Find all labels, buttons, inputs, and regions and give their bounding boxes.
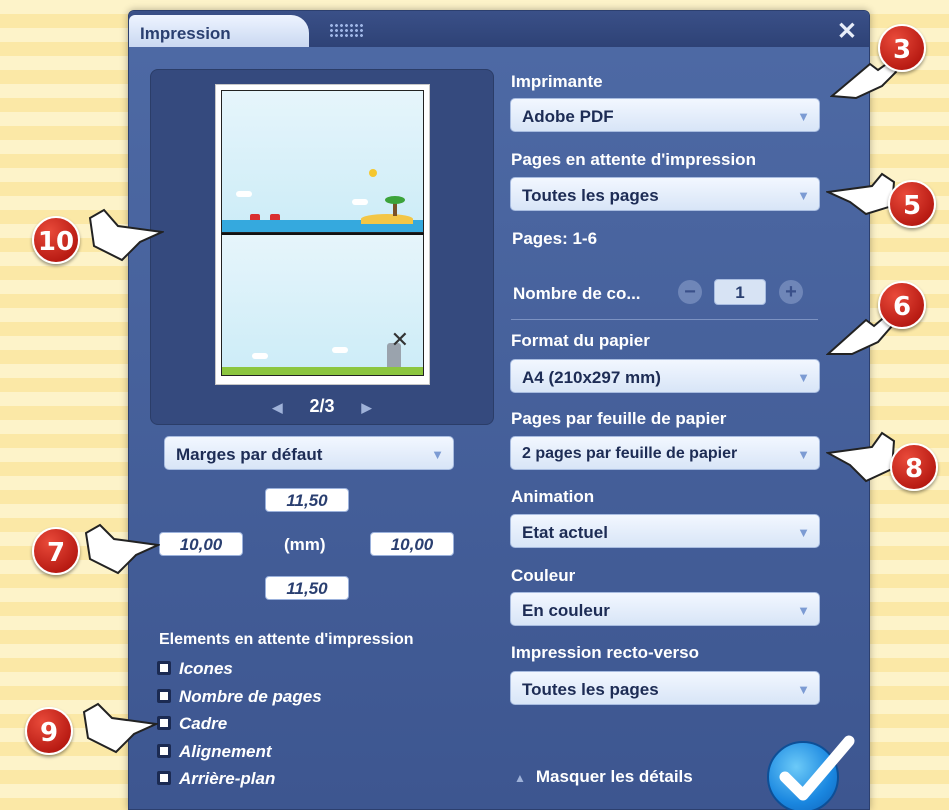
pointing-hand-icon [68,694,160,763]
margin-unit-label: (mm) [284,535,326,554]
grass-icon [222,367,423,375]
cloud-icon [352,199,368,205]
island-icon [361,214,413,224]
cloud-icon [332,347,348,353]
checkbox-label: Arrière-plan [179,769,276,788]
print-dialog: Impression ✕ ✕ ◀ 2/3 ▶ Marges par défaut… [128,10,870,810]
checkbox-label: Icones [179,659,233,678]
checkbox-frame[interactable]: Cadre [157,714,227,734]
pointing-hand-icon [824,425,896,494]
animation-select-value: Etat actuel [522,523,608,542]
chevron-down-icon: ▼ [797,682,810,697]
checkbox-alignment[interactable]: Alignement [157,742,272,762]
page-pager: ◀ 2/3 ▶ [151,396,493,417]
checkbox-label: Nombre de pages [179,687,322,706]
copies-decrement-button[interactable]: − [678,280,702,304]
checkbox-box[interactable] [157,771,171,785]
margin-right-field[interactable]: 10,00 [370,532,454,556]
pages-per-sheet-select[interactable]: 2 pages par feuille de papier ▼ [510,436,820,470]
palm-leaves-icon [385,196,405,204]
checkbox-box[interactable] [157,744,171,758]
pages-range: Pages: 1-6 [512,229,598,248]
pages-select-value: Toutes les pages [522,186,659,205]
checkmark-icon [779,735,855,801]
next-page-button[interactable]: ▶ [362,400,372,415]
prev-page-button[interactable]: ◀ [272,400,282,415]
margin-left-field[interactable]: 10,00 [159,532,243,556]
printer-label: Imprimante [511,72,603,91]
copies-label: Nombre de co... [513,284,641,303]
checkbox-box[interactable] [157,689,171,703]
pointing-hand-icon [74,200,166,269]
checkbox-box[interactable] [157,661,171,675]
margins-select[interactable]: Marges par défaut ▼ [164,436,454,470]
elements-heading: Elements en attente d'impression [159,631,414,648]
pointing-hand-icon [824,166,896,225]
checkbox-icones[interactable]: Icones [157,659,233,679]
callout-badge: 10 [32,216,80,264]
printer-select[interactable]: Adobe PDF ▼ [510,98,820,132]
page-indicator: 2/3 [309,396,335,416]
duplex-select[interactable]: Toutes les pages ▼ [510,671,820,705]
windmill-blades-icon: ✕ [390,327,409,352]
chevron-down-icon: ▼ [797,188,810,203]
dialog-title: Impression [129,15,309,47]
hide-details-button[interactable]: ▲ Masquer les détails [514,767,693,787]
checkbox-label: Cadre [179,714,228,733]
cloud-icon [236,191,252,197]
callout-badge: 3 [878,24,926,72]
checkbox-page-count[interactable]: Nombre de pages [157,687,322,707]
color-select[interactable]: En couleur ▼ [510,592,820,626]
checkbox-label: Alignement [179,742,272,761]
preview-page-bottom: ✕ [221,233,424,376]
chevron-down-icon: ▼ [797,109,810,124]
chevron-down-icon: ▼ [797,525,810,540]
section-divider [511,319,818,320]
paper-preview: ✕ [215,84,430,385]
paper-format-label: Format du papier [511,331,650,350]
cloud-icon [252,353,268,359]
pages-per-sheet-select-value: 2 pages par feuille de papier [522,445,738,462]
margin-bottom-field[interactable]: 11,50 [265,576,349,600]
palm-trunk-icon [393,202,397,216]
callout-badge: 7 [32,527,80,575]
hide-details-label: Masquer les détails [535,767,693,786]
checkbox-box[interactable] [157,716,171,730]
chevron-down-icon: ▼ [797,370,810,385]
close-button[interactable]: ✕ [837,17,857,46]
confirm-print-button[interactable] [767,735,855,810]
pages-per-sheet-label: Pages par feuille de papier [511,409,727,428]
copies-increment-button[interactable]: + [779,280,803,304]
pages-select[interactable]: Toutes les pages ▼ [510,177,820,211]
paper-format-select-value: A4 (210x297 mm) [522,368,661,387]
duplex-select-value: Toutes les pages [522,680,659,699]
chevron-down-icon: ▼ [797,603,810,618]
page-preview: ✕ ◀ 2/3 ▶ [150,69,494,425]
drag-grip-icon[interactable] [329,23,365,37]
color-select-value: En couleur [522,601,610,620]
triangle-up-icon: ▲ [514,771,526,785]
pointing-hand-icon [70,515,162,584]
preview-page-top [221,90,424,233]
callout-badge: 8 [890,443,938,491]
duplex-label: Impression recto-verso [511,643,700,662]
margin-top-field[interactable]: 11,50 [265,488,349,512]
chevron-down-icon: ▼ [797,447,810,462]
pages-label: Pages en attente d'impression [511,150,756,169]
callout-badge: 5 [888,180,936,228]
printer-select-value: Adobe PDF [522,107,614,126]
callout-badge: 9 [25,707,73,755]
copies-input[interactable]: 1 [714,279,766,305]
checkbox-background[interactable]: Arrière-plan [157,769,275,789]
sun-icon [369,169,377,177]
callout-badge: 6 [878,281,926,329]
margins-select-value: Marges par défaut [176,445,323,464]
paper-format-select[interactable]: A4 (210x297 mm) ▼ [510,359,820,393]
title-bar: Impression ✕ [129,11,869,47]
animation-label: Animation [511,487,595,506]
chevron-down-icon: ▼ [431,447,444,462]
animation-select[interactable]: Etat actuel ▼ [510,514,820,548]
color-label: Couleur [511,566,576,585]
